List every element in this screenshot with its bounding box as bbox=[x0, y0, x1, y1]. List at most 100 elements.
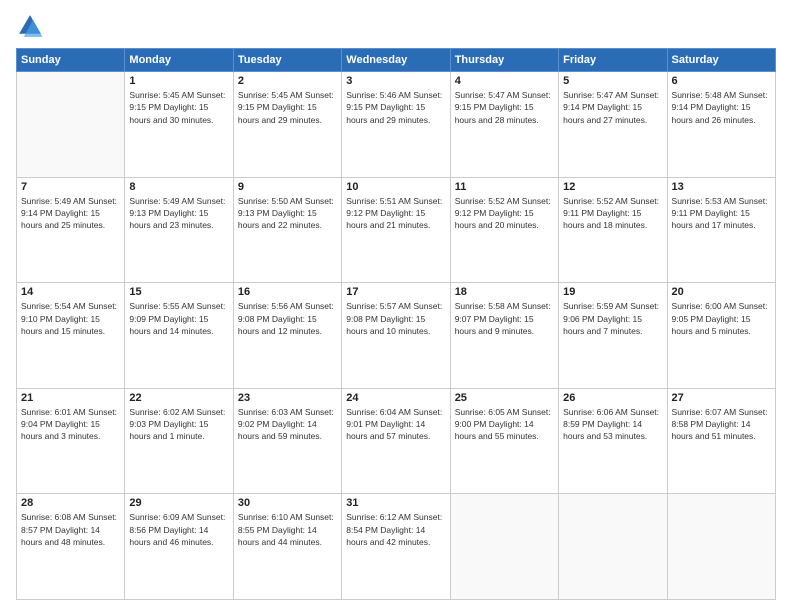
calendar-cell: 15 Sunrise: 5:55 AM Sunset: 9:09 PM Dayli… bbox=[125, 283, 233, 389]
day-number: 2 bbox=[238, 75, 337, 87]
calendar-cell bbox=[667, 494, 775, 600]
day-info: Sunrise: 5:47 AM Sunset: 9:14 PM Dayligh… bbox=[563, 89, 662, 126]
day-number: 18 bbox=[455, 286, 554, 298]
day-info: Sunrise: 5:45 AM Sunset: 9:15 PM Dayligh… bbox=[129, 89, 228, 126]
day-info: Sunrise: 6:10 AM Sunset: 8:55 PM Dayligh… bbox=[238, 511, 337, 548]
calendar-cell: 13 Sunrise: 5:53 AM Sunset: 9:11 PM Dayli… bbox=[667, 177, 775, 283]
day-number: 28 bbox=[21, 497, 120, 509]
header bbox=[16, 12, 776, 40]
day-number: 19 bbox=[563, 286, 662, 298]
weekday-header-wednesday: Wednesday bbox=[342, 49, 450, 72]
day-number: 24 bbox=[346, 392, 445, 404]
day-number: 21 bbox=[21, 392, 120, 404]
day-info: Sunrise: 5:50 AM Sunset: 9:13 PM Dayligh… bbox=[238, 195, 337, 232]
day-number: 29 bbox=[129, 497, 228, 509]
day-number: 31 bbox=[346, 497, 445, 509]
day-info: Sunrise: 5:51 AM Sunset: 9:12 PM Dayligh… bbox=[346, 195, 445, 232]
day-info: Sunrise: 5:52 AM Sunset: 9:12 PM Dayligh… bbox=[455, 195, 554, 232]
weekday-header-sunday: Sunday bbox=[17, 49, 125, 72]
calendar-cell bbox=[559, 494, 667, 600]
calendar-cell: 18 Sunrise: 5:58 AM Sunset: 9:07 PM Dayli… bbox=[450, 283, 558, 389]
calendar-cell bbox=[17, 72, 125, 178]
calendar-cell: 25Sunrise: 6:05 AM Sunset: 9:00 PM Dayli… bbox=[450, 388, 558, 494]
day-number: 10 bbox=[346, 181, 445, 193]
weekday-header-tuesday: Tuesday bbox=[233, 49, 341, 72]
day-info: Sunrise: 5:46 AM Sunset: 9:15 PM Dayligh… bbox=[346, 89, 445, 126]
calendar-table: SundayMondayTuesdayWednesdayThursdayFrid… bbox=[16, 48, 776, 600]
day-number: 12 bbox=[563, 181, 662, 193]
calendar-cell: 29 Sunrise: 6:09 AM Sunset: 8:56 PM Dayli… bbox=[125, 494, 233, 600]
calendar-cell: 20Sunrise: 6:00 AM Sunset: 9:05 PM Dayli… bbox=[667, 283, 775, 389]
calendar-week-row: 28Sunrise: 6:08 AM Sunset: 8:57 PM Dayli… bbox=[17, 494, 776, 600]
day-info: Sunrise: 6:09 AM Sunset: 8:56 PM Dayligh… bbox=[129, 511, 228, 548]
day-info: Sunrise: 5:49 AM Sunset: 9:14 PM Dayligh… bbox=[21, 195, 120, 232]
logo bbox=[16, 12, 48, 40]
calendar-week-row: 1 Sunrise: 5:45 AM Sunset: 9:15 PM Daylig… bbox=[17, 72, 776, 178]
day-info: Sunrise: 5:58 AM Sunset: 9:07 PM Dayligh… bbox=[455, 300, 554, 337]
day-info: Sunrise: 6:12 AM Sunset: 8:54 PM Dayligh… bbox=[346, 511, 445, 548]
weekday-header-thursday: Thursday bbox=[450, 49, 558, 72]
calendar-cell: 5Sunrise: 5:47 AM Sunset: 9:14 PM Daylig… bbox=[559, 72, 667, 178]
calendar-cell: 11 Sunrise: 5:52 AM Sunset: 9:12 PM Dayli… bbox=[450, 177, 558, 283]
day-number: 26 bbox=[563, 392, 662, 404]
day-info: Sunrise: 5:45 AM Sunset: 9:15 PM Dayligh… bbox=[238, 89, 337, 126]
logo-icon bbox=[16, 12, 44, 40]
day-info: Sunrise: 6:03 AM Sunset: 9:02 PM Dayligh… bbox=[238, 406, 337, 443]
day-info: Sunrise: 5:53 AM Sunset: 9:11 PM Dayligh… bbox=[672, 195, 771, 232]
day-number: 9 bbox=[238, 181, 337, 193]
day-number: 8 bbox=[129, 181, 228, 193]
calendar-cell bbox=[450, 494, 558, 600]
calendar-cell: 4Sunrise: 5:47 AM Sunset: 9:15 PM Daylig… bbox=[450, 72, 558, 178]
day-info: Sunrise: 6:06 AM Sunset: 8:59 PM Dayligh… bbox=[563, 406, 662, 443]
day-number: 7 bbox=[21, 181, 120, 193]
day-number: 27 bbox=[672, 392, 771, 404]
calendar-cell: 23 Sunrise: 6:03 AM Sunset: 9:02 PM Dayli… bbox=[233, 388, 341, 494]
calendar-cell: 26 Sunrise: 6:06 AM Sunset: 8:59 PM Dayli… bbox=[559, 388, 667, 494]
weekday-header-saturday: Saturday bbox=[667, 49, 775, 72]
calendar-cell: 31 Sunrise: 6:12 AM Sunset: 8:54 PM Dayli… bbox=[342, 494, 450, 600]
day-number: 11 bbox=[455, 181, 554, 193]
day-info: Sunrise: 6:01 AM Sunset: 9:04 PM Dayligh… bbox=[21, 406, 120, 443]
calendar-cell: 27 Sunrise: 6:07 AM Sunset: 8:58 PM Dayli… bbox=[667, 388, 775, 494]
day-number: 17 bbox=[346, 286, 445, 298]
calendar-cell: 2 Sunrise: 5:45 AM Sunset: 9:15 PM Daylig… bbox=[233, 72, 341, 178]
calendar-cell: 19Sunrise: 5:59 AM Sunset: 9:06 PM Dayli… bbox=[559, 283, 667, 389]
calendar-cell: 24Sunrise: 6:04 AM Sunset: 9:01 PM Dayli… bbox=[342, 388, 450, 494]
day-info: Sunrise: 5:49 AM Sunset: 9:13 PM Dayligh… bbox=[129, 195, 228, 232]
day-number: 3 bbox=[346, 75, 445, 87]
calendar-cell: 9 Sunrise: 5:50 AM Sunset: 9:13 PM Daylig… bbox=[233, 177, 341, 283]
day-number: 13 bbox=[672, 181, 771, 193]
calendar-week-row: 14 Sunrise: 5:54 AM Sunset: 9:10 PM Dayli… bbox=[17, 283, 776, 389]
calendar-cell: 1 Sunrise: 5:45 AM Sunset: 9:15 PM Daylig… bbox=[125, 72, 233, 178]
day-number: 23 bbox=[238, 392, 337, 404]
day-number: 1 bbox=[129, 75, 228, 87]
day-number: 22 bbox=[129, 392, 228, 404]
weekday-header-monday: Monday bbox=[125, 49, 233, 72]
day-info: Sunrise: 5:54 AM Sunset: 9:10 PM Dayligh… bbox=[21, 300, 120, 337]
day-number: 4 bbox=[455, 75, 554, 87]
day-info: Sunrise: 5:57 AM Sunset: 9:08 PM Dayligh… bbox=[346, 300, 445, 337]
calendar-cell: 3 Sunrise: 5:46 AM Sunset: 9:15 PM Daylig… bbox=[342, 72, 450, 178]
calendar-cell: 12Sunrise: 5:52 AM Sunset: 9:11 PM Dayli… bbox=[559, 177, 667, 283]
weekday-header-row: SundayMondayTuesdayWednesdayThursdayFrid… bbox=[17, 49, 776, 72]
day-info: Sunrise: 5:56 AM Sunset: 9:08 PM Dayligh… bbox=[238, 300, 337, 337]
weekday-header-friday: Friday bbox=[559, 49, 667, 72]
calendar-cell: 6Sunrise: 5:48 AM Sunset: 9:14 PM Daylig… bbox=[667, 72, 775, 178]
calendar-cell: 28Sunrise: 6:08 AM Sunset: 8:57 PM Dayli… bbox=[17, 494, 125, 600]
day-info: Sunrise: 5:55 AM Sunset: 9:09 PM Dayligh… bbox=[129, 300, 228, 337]
day-info: Sunrise: 6:05 AM Sunset: 9:00 PM Dayligh… bbox=[455, 406, 554, 443]
page: SundayMondayTuesdayWednesdayThursdayFrid… bbox=[0, 0, 792, 612]
day-number: 16 bbox=[238, 286, 337, 298]
calendar-cell: 30 Sunrise: 6:10 AM Sunset: 8:55 PM Dayli… bbox=[233, 494, 341, 600]
calendar-week-row: 7 Sunrise: 5:49 AM Sunset: 9:14 PM Daylig… bbox=[17, 177, 776, 283]
calendar-cell: 14 Sunrise: 5:54 AM Sunset: 9:10 PM Dayli… bbox=[17, 283, 125, 389]
day-number: 14 bbox=[21, 286, 120, 298]
day-info: Sunrise: 6:00 AM Sunset: 9:05 PM Dayligh… bbox=[672, 300, 771, 337]
day-number: 15 bbox=[129, 286, 228, 298]
day-number: 30 bbox=[238, 497, 337, 509]
day-info: Sunrise: 6:07 AM Sunset: 8:58 PM Dayligh… bbox=[672, 406, 771, 443]
day-number: 6 bbox=[672, 75, 771, 87]
calendar-cell: 17 Sunrise: 5:57 AM Sunset: 9:08 PM Dayli… bbox=[342, 283, 450, 389]
calendar-cell: 7 Sunrise: 5:49 AM Sunset: 9:14 PM Daylig… bbox=[17, 177, 125, 283]
calendar-cell: 21 Sunrise: 6:01 AM Sunset: 9:04 PM Dayli… bbox=[17, 388, 125, 494]
